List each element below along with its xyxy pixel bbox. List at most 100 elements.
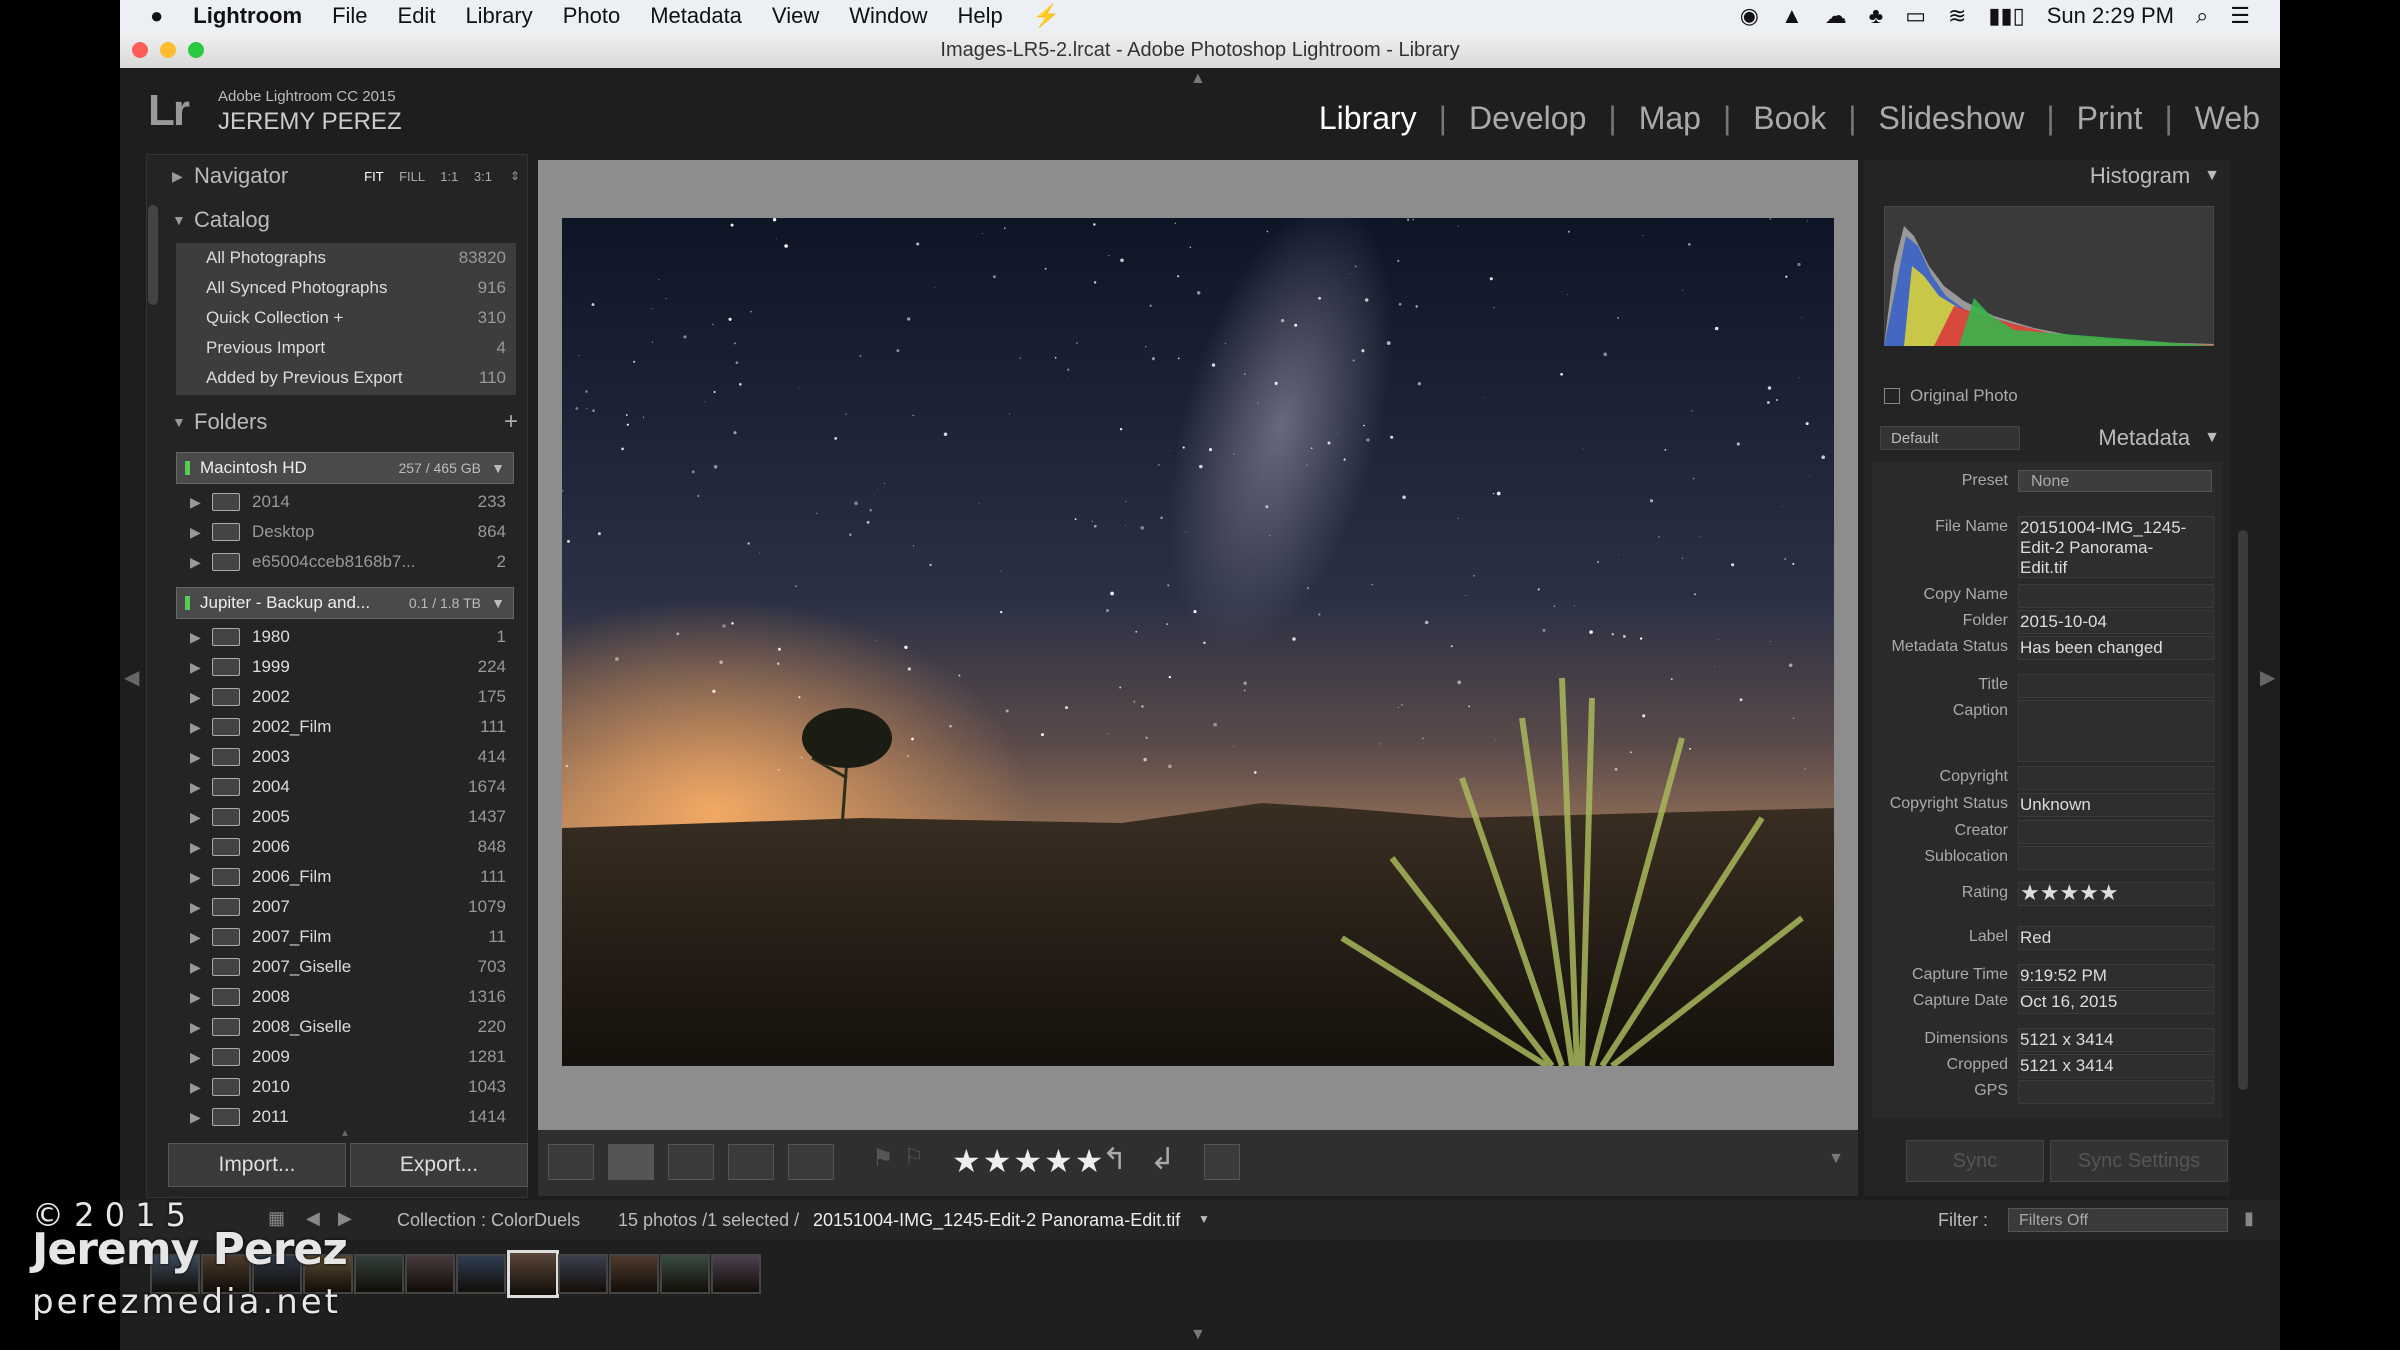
script-icon[interactable]: ⚡ <box>1033 3 1060 29</box>
compare-view-button[interactable] <box>668 1144 714 1180</box>
expand-triangle-icon[interactable]: ▶ <box>190 959 212 976</box>
collapse-triangle-icon[interactable]: ▼ <box>2204 429 2220 447</box>
folder-row[interactable]: ▶ Desktop 864 <box>190 522 506 542</box>
star-rating[interactable]: ★★★★★ <box>952 1142 1105 1180</box>
folder-row[interactable]: ▶ 2006_Film 111 <box>190 867 506 887</box>
expand-triangle-icon[interactable]: ▶ <box>190 1049 212 1066</box>
drive-icon[interactable]: ▲ <box>1781 3 1803 29</box>
module-library[interactable]: Library <box>1319 100 1417 137</box>
histogram-header[interactable]: Histogram ▼ <box>1880 156 2220 196</box>
title-field[interactable] <box>2018 674 2214 698</box>
zoom-fit[interactable]: FIT <box>364 169 383 184</box>
folder-row[interactable]: ▶ 2010 1043 <box>190 1077 506 1097</box>
menu-window[interactable]: Window <box>849 3 927 29</box>
folder-row[interactable]: ▶ 2005 1437 <box>190 807 506 827</box>
expand-triangle-icon[interactable]: ▶ <box>190 749 212 766</box>
menu-photo[interactable]: Photo <box>563 3 621 29</box>
catalog-item-previous-import[interactable]: Previous Import 4 <box>206 338 506 358</box>
expand-triangle-icon[interactable]: ▶ <box>190 719 212 736</box>
folder-row[interactable]: ▶ 2007_Giselle 703 <box>190 957 506 977</box>
expand-triangle-icon[interactable]: ▶ <box>190 689 212 706</box>
folder-row[interactable]: ▶ 2007 1079 <box>190 897 506 917</box>
folder-row[interactable]: ▶ 2004 1674 <box>190 777 506 797</box>
menu-file[interactable]: File <box>332 3 367 29</box>
module-map[interactable]: Map <box>1639 100 1701 137</box>
flag-pick-icon[interactable]: ⚑ <box>872 1144 894 1173</box>
catalog-item-quick-collection[interactable]: Quick Collection +310 <box>206 308 506 328</box>
expand-triangle-icon[interactable]: ▶ <box>190 809 212 826</box>
source-collection[interactable]: Collection : ColorDuels <box>397 1210 580 1231</box>
navigator-header[interactable]: ▶ Navigator FIT FILL 1:1 3:1 ⇕ <box>172 156 522 196</box>
expand-triangle-icon[interactable]: ▶ <box>190 659 212 676</box>
filmstrip-thumbnail[interactable] <box>660 1254 710 1294</box>
expand-triangle-icon[interactable]: ▶ <box>190 779 212 796</box>
crop-overlay-button[interactable] <box>1204 1144 1240 1180</box>
module-develop[interactable]: Develop <box>1469 100 1586 137</box>
filmstrip-thumbnail[interactable] <box>354 1254 404 1294</box>
menu-metadata[interactable]: Metadata <box>650 3 742 29</box>
filmstrip-thumbnail[interactable] <box>609 1254 659 1294</box>
collapse-triangle-icon[interactable]: ▼ <box>172 212 194 228</box>
gps-field[interactable] <box>2018 1080 2214 1104</box>
module-slideshow[interactable]: Slideshow <box>1879 100 2025 137</box>
folders-header[interactable]: ▼ Folders + <box>172 402 522 442</box>
metadata-header[interactable]: Metadata ▼ <box>2020 418 2220 458</box>
expand-triangle-icon[interactable]: ▶ <box>190 1109 212 1126</box>
zoom-3-1[interactable]: 3:1 <box>474 169 492 184</box>
filename-menu-icon[interactable]: ▼ <box>1198 1212 1210 1226</box>
folder-row[interactable]: ▶ 2011 1414 <box>190 1107 506 1127</box>
left-panel-scrollbar[interactable] <box>148 205 158 305</box>
toolbar-menu-icon[interactable]: ▼ <box>1828 1150 1844 1168</box>
minimize-window-button[interactable] <box>160 42 176 58</box>
zoom-fill[interactable]: FILL <box>399 169 425 184</box>
volume-menu-icon[interactable]: ▼ <box>491 595 505 611</box>
catalog-item-all-synced[interactable]: All Synced Photographs 916 <box>206 278 506 298</box>
folders-scroll-indicator-icon[interactable]: ▲ <box>340 1128 350 1139</box>
grid-view-button[interactable] <box>548 1144 594 1180</box>
right-panel-scrollbar[interactable] <box>2238 530 2248 1090</box>
menu-view[interactable]: View <box>772 3 819 29</box>
folder-row[interactable]: ▶ 2008_Giselle 220 <box>190 1017 506 1037</box>
expand-triangle-icon[interactable]: ▶ <box>190 1019 212 1036</box>
catalog-item-all-photographs[interactable]: All Photographs 83820 <box>206 248 506 268</box>
metadata-preset-select[interactable]: Default <box>1880 426 2020 450</box>
filmstrip-filename[interactable]: 20151004-IMG_1245-Edit-2 Panorama-Edit.t… <box>813 1210 1180 1231</box>
collapse-triangle-icon[interactable]: ▼ <box>2204 167 2220 185</box>
battery-icon[interactable]: ▮▮▯ <box>1988 3 2024 29</box>
record-icon[interactable]: ◉ <box>1740 3 1759 29</box>
menu-library[interactable]: Library <box>465 3 532 29</box>
filmstrip-thumbnail[interactable] <box>711 1254 761 1294</box>
folder-row[interactable]: ▶ 2006 848 <box>190 837 506 857</box>
filmstrip-thumbnail[interactable] <box>405 1254 455 1294</box>
main-photo[interactable] <box>562 218 1834 1066</box>
menu-edit[interactable]: Edit <box>398 3 436 29</box>
evernote-icon[interactable]: ♣ <box>1869 3 1883 29</box>
module-print[interactable]: Print <box>2077 100 2143 137</box>
cloud-icon[interactable]: ☁ <box>1825 3 1847 29</box>
expand-triangle-icon[interactable]: ▶ <box>190 629 212 646</box>
filter-select[interactable]: Filters Off <box>2008 1208 2228 1232</box>
expand-triangle-icon[interactable]: ▶ <box>172 168 194 185</box>
clock[interactable]: Sun 2:29 PM <box>2047 3 2174 29</box>
original-photo-checkbox[interactable] <box>1884 388 1900 404</box>
filmstrip-thumbnail[interactable] <box>507 1250 559 1298</box>
expand-triangle-icon[interactable]: ▶ <box>190 929 212 946</box>
folder-row[interactable]: ▶ 1999 224 <box>190 657 506 677</box>
sync-settings-button[interactable]: Sync Settings <box>2050 1140 2228 1182</box>
expand-triangle-icon[interactable]: ▶ <box>190 839 212 856</box>
filmstrip-thumbnail[interactable] <box>456 1254 506 1294</box>
folder-row[interactable]: ▶ 2003 414 <box>190 747 506 767</box>
import-button[interactable]: Import... <box>168 1143 346 1187</box>
filter-lock-icon[interactable]: ▮ <box>2244 1208 2254 1229</box>
caption-field[interactable] <box>2018 700 2214 762</box>
flag-reject-icon[interactable]: ⚐ <box>904 1144 924 1170</box>
module-web[interactable]: Web <box>2195 100 2260 137</box>
sublocation-field[interactable] <box>2018 846 2214 870</box>
copyright-field[interactable] <box>2018 766 2214 790</box>
zoom-1-1[interactable]: 1:1 <box>440 169 458 184</box>
survey-view-button[interactable] <box>728 1144 774 1180</box>
catalog-item-previous-export[interactable]: Added by Previous Export 110 <box>206 368 506 388</box>
expand-triangle-icon[interactable]: ▶ <box>190 869 212 886</box>
preset-select[interactable]: None <box>2018 470 2212 492</box>
rotate-right-icon[interactable]: ↲ <box>1150 1142 1175 1177</box>
